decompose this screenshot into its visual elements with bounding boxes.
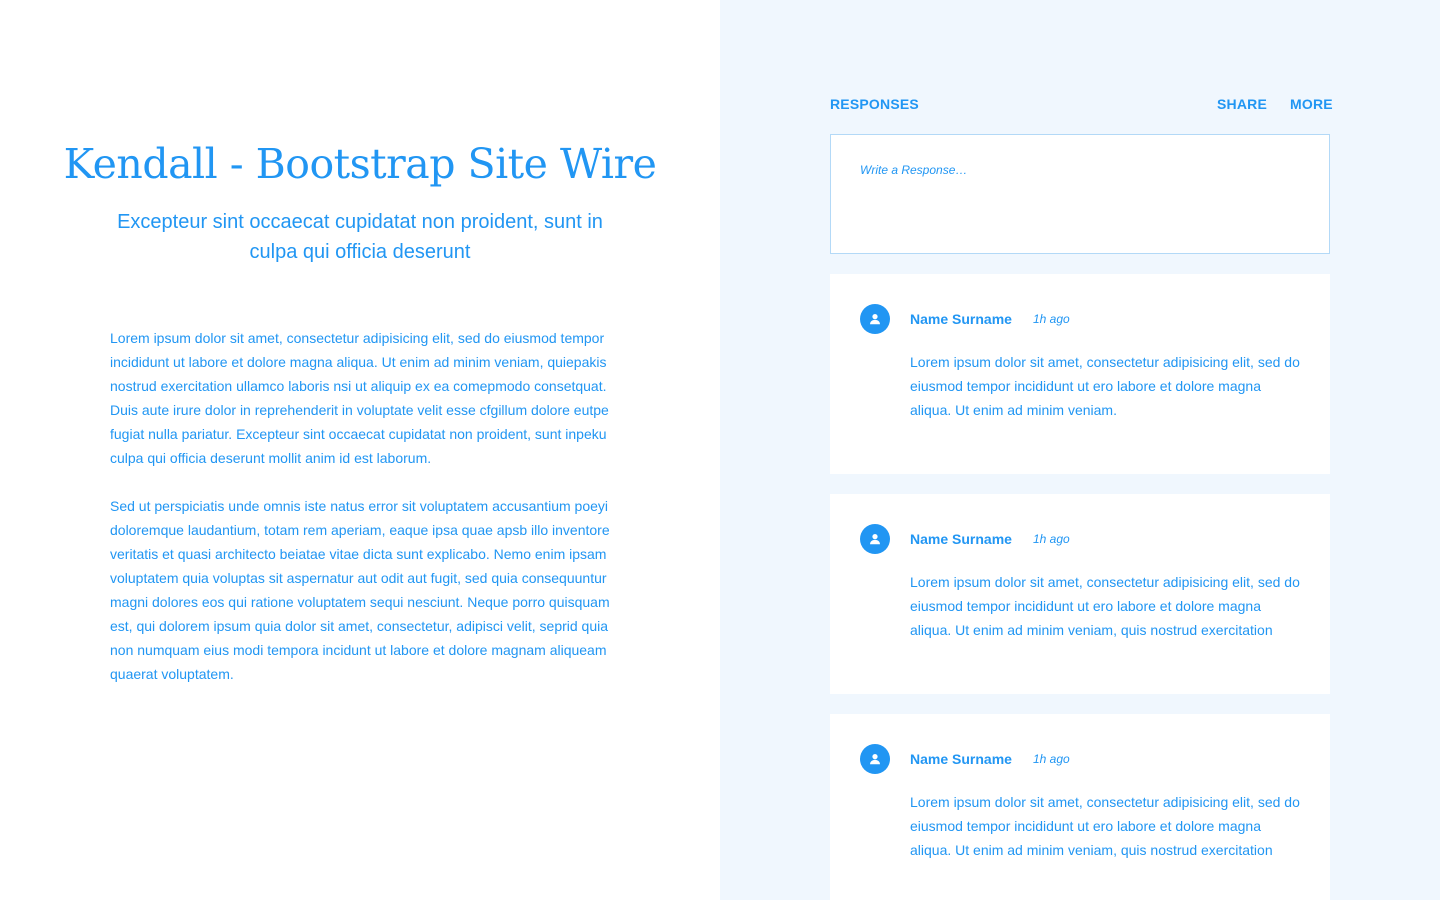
share-button[interactable]: SHARE bbox=[1217, 96, 1267, 112]
response-input-box bbox=[830, 134, 1330, 254]
user-icon bbox=[870, 314, 880, 325]
comment-time: 1h ago bbox=[1033, 752, 1070, 766]
avatar[interactable] bbox=[860, 304, 890, 334]
user-icon bbox=[870, 754, 880, 765]
comment-card: Name Surname 1h ago Lorem ipsum dolor si… bbox=[830, 494, 1330, 694]
comment-text: Lorem ipsum dolor sit amet, consectetur … bbox=[910, 574, 1300, 638]
body-paragraph-1: Lorem ipsum dolor sit amet, consectetur … bbox=[110, 330, 609, 466]
comment-text: Lorem ipsum dolor sit amet, consectetur … bbox=[910, 354, 1300, 418]
comment-author[interactable]: Name Surname bbox=[910, 751, 1012, 767]
response-input[interactable] bbox=[831, 135, 1329, 253]
article-pane: Kendall - Bootstrap Site Wire Excepteur … bbox=[0, 0, 720, 900]
user-icon bbox=[870, 534, 880, 545]
more-button[interactable]: MORE bbox=[1290, 96, 1333, 112]
page-title: Kendall - Bootstrap Site Wire bbox=[63, 140, 657, 188]
responses-header: RESPONSES SHARE MORE bbox=[830, 96, 1333, 116]
comment-text: Lorem ipsum dolor sit amet, consectetur … bbox=[910, 794, 1300, 858]
comment-time: 1h ago bbox=[1033, 312, 1070, 326]
page-subtitle: Excepteur sint occaecat cupidatat non pr… bbox=[117, 211, 603, 263]
avatar[interactable] bbox=[860, 744, 890, 774]
responses-label: RESPONSES bbox=[830, 96, 919, 112]
responses-pane: RESPONSES SHARE MORE Name Surname 1h ago… bbox=[720, 0, 1440, 900]
comment-author[interactable]: Name Surname bbox=[910, 311, 1012, 327]
comment-card: Name Surname 1h ago Lorem ipsum dolor si… bbox=[830, 714, 1330, 900]
comment-time: 1h ago bbox=[1033, 532, 1070, 546]
avatar[interactable] bbox=[860, 524, 890, 554]
comment-card: Name Surname 1h ago Lorem ipsum dolor si… bbox=[830, 274, 1330, 474]
body-paragraph-2: Sed ut perspiciatis unde omnis iste natu… bbox=[110, 498, 610, 682]
comment-author[interactable]: Name Surname bbox=[910, 531, 1012, 547]
